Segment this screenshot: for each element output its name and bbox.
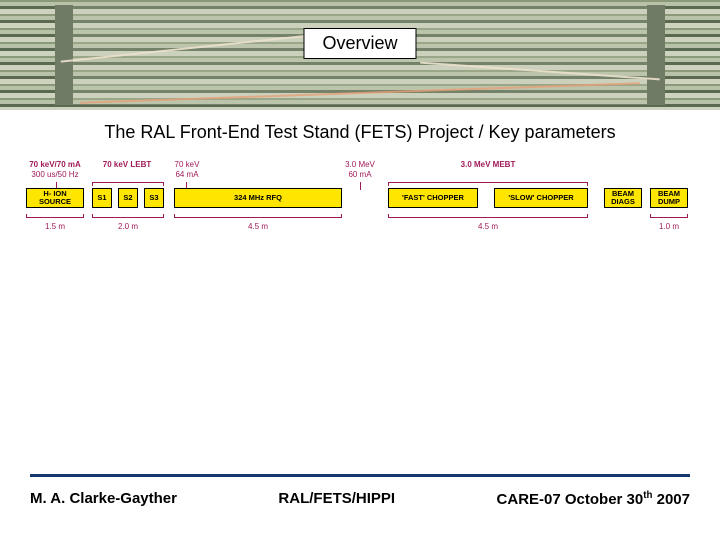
block-rfq: 324 MHz RFQ <box>174 188 342 208</box>
banner-image: Overview <box>0 0 720 110</box>
decorative-wire <box>80 82 640 104</box>
page-title-box: Overview <box>303 28 416 59</box>
seg-label-source-2: 300 us/50 Hz <box>26 170 84 179</box>
subtitle: The RAL Front-End Test Stand (FETS) Proj… <box>0 122 720 143</box>
len-4: 4.5 m <box>388 222 588 231</box>
block-source: H‑ IONSOURCE <box>26 188 84 208</box>
block-row: H‑ IONSOURCE S1 S2 S3 324 MHz RFQ 'FAST'… <box>26 188 694 208</box>
len-3: 4.5 m <box>174 222 342 231</box>
len-5: 1.0 m <box>650 222 688 231</box>
seg-label-mebt: 3.0 MeV MEBT <box>388 160 588 169</box>
seg-label-rfqin-1: 70 keV <box>168 160 206 169</box>
bracket-len-3 <box>174 214 342 218</box>
bracket-len-2 <box>92 214 164 218</box>
footer-affiliation: RAL/FETS/HIPPI <box>278 490 395 508</box>
block-s3: S3 <box>144 188 164 208</box>
footer-event: CARE-07 October 30th 2007 <box>497 490 690 508</box>
block-beam-dump: BEAMDUMP <box>650 188 688 208</box>
seg-label-rfqout-2: 60 mA <box>338 170 382 179</box>
block-s1: S1 <box>92 188 112 208</box>
page-title: Overview <box>322 33 397 53</box>
bracket-mebt <box>388 182 588 186</box>
seg-label-lebt: 70 keV LEBT <box>92 160 162 169</box>
footer: M. A. Clarke-Gayther RAL/FETS/HIPPI CARE… <box>30 490 690 508</box>
footer-rule <box>30 474 690 477</box>
bracket-len-4 <box>388 214 588 218</box>
len-2: 2.0 m <box>92 222 164 231</box>
bracket-len-5 <box>650 214 688 218</box>
len-1: 1.5 m <box>26 222 84 231</box>
footer-author: M. A. Clarke-Gayther <box>30 490 177 508</box>
block-fast-chopper: 'FAST' CHOPPER <box>388 188 478 208</box>
length-row: 1.5 m 2.0 m 4.5 m 4.5 m 1.0 m <box>26 214 694 228</box>
decorative-wire <box>420 62 660 81</box>
block-s2: S2 <box>118 188 138 208</box>
block-beam-diags: BEAMDIAGS <box>604 188 642 208</box>
bracket-lebt <box>92 182 164 186</box>
seg-label-source-1: 70 keV/70 mA <box>26 160 84 169</box>
seg-label-rfqout-1: 3.0 MeV <box>338 160 382 169</box>
block-slow-chopper: 'SLOW' CHOPPER <box>494 188 588 208</box>
bracket-len-1 <box>26 214 84 218</box>
seg-label-rfqin-2: 64 mA <box>168 170 206 179</box>
